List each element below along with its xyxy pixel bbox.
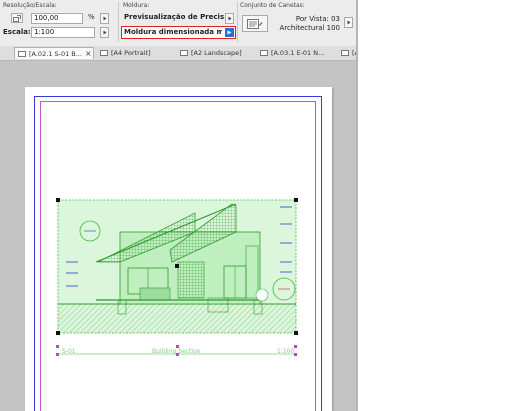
drawing-name-label: Building Section	[152, 348, 201, 355]
building-section-drawing[interactable]	[0, 0, 508, 411]
drawing-scale-label: 1:100	[277, 348, 295, 355]
marker-circle	[255, 288, 269, 302]
drawing-id-label: S-01	[62, 348, 76, 355]
furniture	[139, 287, 171, 301]
ground-hatch	[58, 304, 296, 333]
stair-wall	[177, 261, 205, 299]
